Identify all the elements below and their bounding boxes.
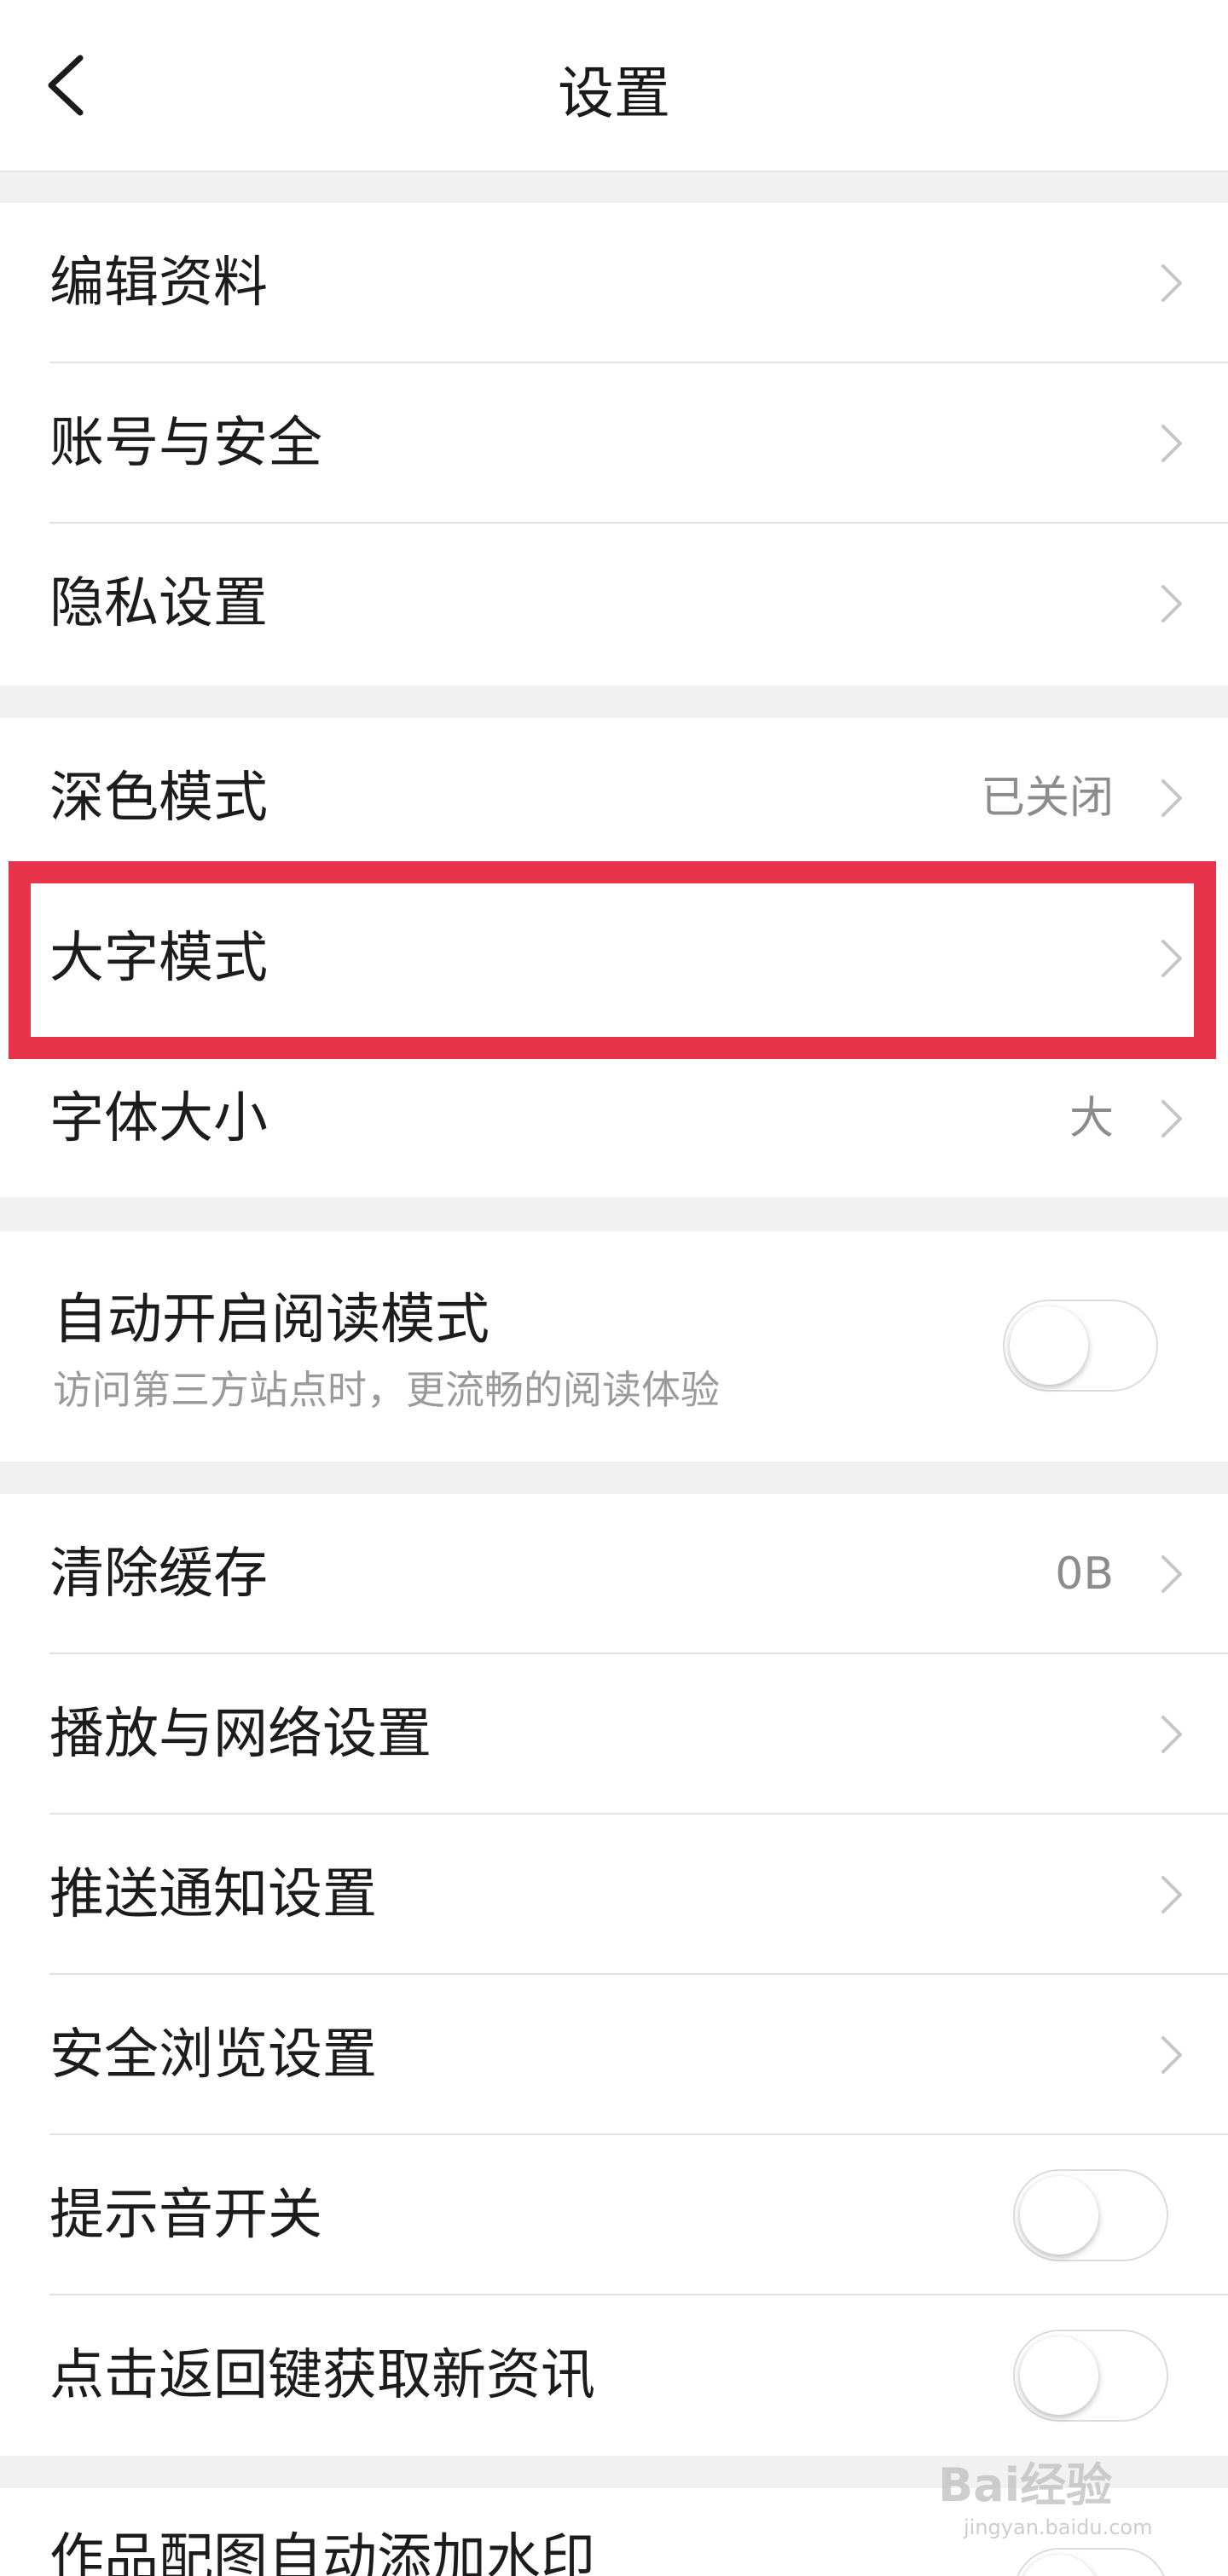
settings-row-sound-toggle: 提示音开关 — [0, 2135, 1228, 2295]
row-label: 清除缓存 — [49, 1543, 268, 1606]
row-value: 大 — [1069, 1093, 1114, 1144]
row-label: 账号与安全 — [49, 412, 322, 475]
sound-toggle[interactable] — [1013, 2169, 1168, 2261]
settings-row-back-refresh: 点击返回键获取新资讯 — [0, 2295, 1228, 2456]
back-refresh-toggle[interactable] — [1013, 2330, 1168, 2422]
chevron-right-icon — [1155, 1874, 1189, 1915]
settings-row-push-notifications[interactable]: 推送通知设置 — [0, 1815, 1228, 1975]
settings-row-account-security[interactable]: 账号与安全 — [0, 363, 1228, 524]
settings-group-profile: 编辑资料 账号与安全 隐私设置 — [0, 203, 1228, 686]
toggle-knob — [1020, 2176, 1098, 2255]
chevron-right-icon — [1155, 263, 1189, 304]
row-label: 字体大小 — [49, 1087, 268, 1150]
settings-row-playback-network[interactable]: 播放与网络设置 — [0, 1654, 1228, 1815]
row-value: 0B — [1055, 1548, 1114, 1600]
settings-group-reading: 自动开启阅读模式 访问第三方站点时，更流畅的阅读体验 — [0, 1231, 1228, 1462]
chevron-right-icon — [1155, 1554, 1189, 1595]
settings-row-safe-browsing[interactable]: 安全浏览设置 — [0, 1975, 1228, 2135]
toggle-knob — [1010, 1306, 1088, 1385]
toggle-knob — [1020, 2555, 1098, 2576]
settings-row-privacy[interactable]: 隐私设置 — [0, 524, 1228, 684]
settings-group-display: 深色模式 已关闭 大字模式 字体大小 大 — [0, 718, 1228, 1197]
watermark-logo: Bai经验 — [938, 2458, 1113, 2512]
toggle-knob — [1020, 2336, 1098, 2415]
chevron-right-icon — [1155, 1098, 1189, 1139]
chevron-right-icon — [1155, 1714, 1189, 1755]
navigation-bar: 设置 — [0, 0, 1228, 172]
row-label: 深色模式 — [49, 767, 268, 830]
settings-row-edit-profile[interactable]: 编辑资料 — [0, 203, 1228, 363]
chevron-right-icon — [1155, 423, 1189, 464]
row-label: 播放与网络设置 — [49, 1703, 432, 1766]
settings-row-clear-cache[interactable]: 清除缓存 0B — [0, 1494, 1228, 1654]
chevron-right-icon — [1155, 583, 1189, 624]
chevron-right-icon — [1155, 938, 1189, 979]
row-sublabel: 访问第三方站点时，更流畅的阅读体验 — [53, 1367, 720, 1413]
row-label: 作品配图自动添加水印 — [49, 2528, 595, 2576]
row-label: 点击返回键获取新资讯 — [49, 2344, 595, 2407]
row-label: 自动开启阅读模式 — [53, 1288, 489, 1352]
settings-group-general: 清除缓存 0B 播放与网络设置 推送通知设置 安全浏览设置 提示音开关 点击返回… — [0, 1494, 1228, 2456]
watermark-url: jingyan.baidu.com — [964, 2515, 1153, 2539]
row-label: 推送通知设置 — [49, 1863, 377, 1926]
row-label: 安全浏览设置 — [49, 2023, 377, 2087]
row-label: 隐私设置 — [49, 572, 268, 635]
auto-watermark-toggle[interactable] — [1013, 2548, 1168, 2576]
row-label: 提示音开关 — [49, 2184, 322, 2247]
settings-row-font-size[interactable]: 字体大小 大 — [0, 1039, 1228, 1199]
settings-row-large-text-mode[interactable]: 大字模式 — [0, 878, 1228, 1039]
reading-mode-toggle[interactable] — [1003, 1300, 1158, 1392]
chevron-right-icon — [1155, 778, 1189, 819]
chevron-right-icon — [1155, 2035, 1189, 2075]
page-title: 设置 — [558, 61, 670, 126]
row-label: 大字模式 — [49, 927, 268, 990]
row-label: 编辑资料 — [49, 252, 268, 315]
row-value: 已关闭 — [980, 773, 1114, 824]
settings-row-dark-mode[interactable]: 深色模式 已关闭 — [0, 718, 1228, 878]
